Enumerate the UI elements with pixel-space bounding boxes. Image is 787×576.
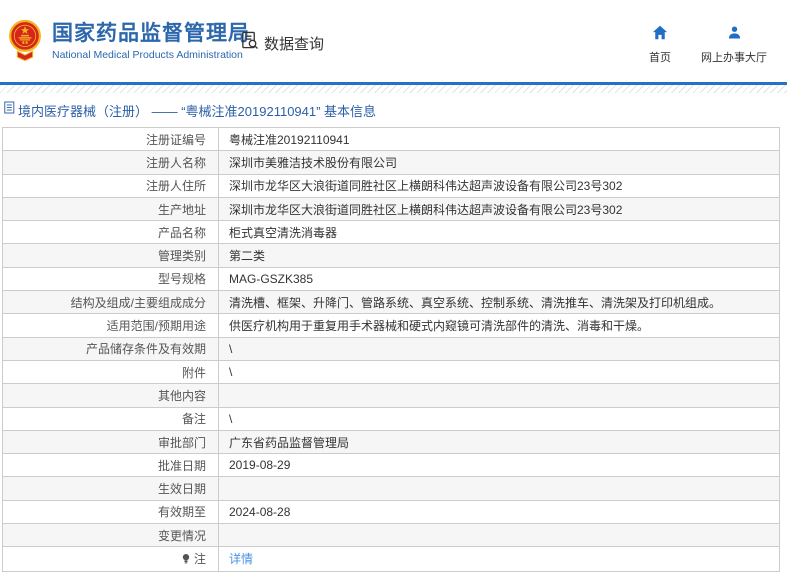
agency-brand: 国家药品监督管理局 National Medical Products Admi… — [8, 18, 250, 64]
table-row: 其他内容 — [3, 384, 779, 407]
nav-home-label: 首页 — [649, 49, 671, 65]
row-value: 柜式真空清洗消毒器 — [219, 221, 779, 243]
table-row: 适用范围/预期用途供医疗机构用于重复用手术器械和硬式内窥镜可清洗部件的清洗、消毒… — [3, 314, 779, 337]
row-value: 第二类 — [219, 244, 779, 266]
row-value: 供医疗机构用于重复用手术器械和硬式内窥镜可清洗部件的清洗、消毒和干燥。 — [219, 314, 779, 336]
agency-name-cn: 国家药品监督管理局 — [52, 21, 250, 47]
row-label: 审批部门 — [3, 431, 219, 453]
row-value: 2024-08-28 — [219, 501, 779, 523]
row-value: 深圳市龙华区大浪街道同胜社区上横朗科伟达超声波设备有限公司23号302 — [219, 175, 779, 197]
data-query-tab[interactable]: 数据查询 — [240, 31, 324, 55]
row-label: 注册人名称 — [3, 151, 219, 173]
table-row: 生产地址深圳市龙华区大浪街道同胜社区上横朗科伟达超声波设备有限公司23号302 — [3, 198, 779, 221]
row-label-text: 生产地址 — [158, 201, 206, 218]
row-label: 结构及组成/主要组成成分 — [3, 291, 219, 313]
nav-online-hall-label: 网上办事大厅 — [701, 49, 767, 65]
row-value: 详情 — [219, 547, 779, 570]
row-label: 适用范围/预期用途 — [3, 314, 219, 336]
table-row: 管理类别第二类 — [3, 244, 779, 267]
agency-name-block: 国家药品监督管理局 National Medical Products Admi… — [52, 21, 250, 61]
row-label-text: 注册人名称 — [146, 154, 206, 171]
nav-online-hall[interactable]: 网上办事大厅 — [701, 25, 767, 65]
table-row: 有效期至 2024-08-28 — [3, 501, 779, 524]
table-row: 备注 \ — [3, 408, 779, 431]
table-row: 审批部门广东省药品监督管理局 — [3, 431, 779, 454]
note-icon — [181, 553, 191, 565]
table-row: 结构及组成/主要组成成分清洗槽、框架、升降门、管路系统、真空系统、控制系统、清洗… — [3, 291, 779, 314]
row-label-text: 变更情况 — [158, 527, 206, 544]
row-label: 产品储存条件及有效期 — [3, 338, 219, 360]
row-value: \ — [219, 361, 779, 383]
row-label-text: 附件 — [182, 364, 206, 381]
row-label: 生产地址 — [3, 198, 219, 220]
row-value: \ — [219, 338, 779, 360]
person-icon — [727, 25, 742, 45]
hatch-strip — [0, 85, 787, 93]
top-nav: 首页 网上办事大厅 — [649, 25, 767, 65]
row-label-text: 管理类别 — [158, 247, 206, 264]
data-query-label: 数据查询 — [264, 33, 324, 54]
row-label-text: 审批部门 — [158, 434, 206, 451]
row-label: 有效期至 — [3, 501, 219, 523]
nav-home[interactable]: 首页 — [649, 25, 671, 65]
table-row: 型号规格 MAG-GSZK385 — [3, 268, 779, 291]
row-label-text: 型号规格 — [158, 270, 206, 287]
row-label-text: 结构及组成/主要组成成分 — [71, 294, 206, 311]
row-value: 广东省药品监督管理局 — [219, 431, 779, 453]
home-icon — [652, 25, 668, 45]
row-label: 注册证编号 — [3, 128, 219, 150]
row-label: 附件 — [3, 361, 219, 383]
row-value: 粤械注准20192110941 — [219, 128, 779, 150]
document-search-icon — [240, 31, 259, 55]
row-label: 注册人住所 — [3, 175, 219, 197]
table-row: 产品储存条件及有效期 \ — [3, 338, 779, 361]
row-label-text: 注册证编号 — [146, 131, 206, 148]
registration-info-table: 注册证编号粤械注准20192110941注册人名称深圳市美雅洁技术股份有限公司注… — [2, 127, 780, 572]
row-value: 深圳市美雅洁技术股份有限公司 — [219, 151, 779, 173]
row-label-text: 生效日期 — [158, 480, 206, 497]
national-emblem-icon — [8, 18, 42, 64]
header: 国家药品监督管理局 National Medical Products Admi… — [0, 0, 787, 82]
table-row: 注 详情 — [3, 547, 779, 570]
table-row: 附件 \ — [3, 361, 779, 384]
row-label: 型号规格 — [3, 268, 219, 290]
row-label: 批准日期 — [3, 454, 219, 476]
row-label: 变更情况 — [3, 524, 219, 546]
row-label: 产品名称 — [3, 221, 219, 243]
agency-name-en: National Medical Products Administration — [52, 49, 250, 61]
row-value: 清洗槽、框架、升降门、管路系统、真空系统、控制系统、清洗推车、清洗架及打印机组成… — [219, 291, 779, 313]
table-row: 产品名称柜式真空清洗消毒器 — [3, 221, 779, 244]
detail-link[interactable]: 详情 — [229, 550, 253, 567]
row-label-text: 产品名称 — [158, 224, 206, 241]
row-label: 注 — [3, 547, 219, 570]
table-row: 注册证编号粤械注准20192110941 — [3, 128, 779, 151]
row-value: 深圳市龙华区大浪街道同胜社区上横朗科伟达超声波设备有限公司23号302 — [219, 198, 779, 220]
row-label: 生效日期 — [3, 477, 219, 499]
row-label: 备注 — [3, 408, 219, 430]
row-label-text: 备注 — [182, 410, 206, 427]
row-value — [219, 477, 779, 499]
row-value — [219, 384, 779, 406]
row-label-text: 适用范围/预期用途 — [107, 317, 206, 334]
title-bar: 境内医疗器械（注册） —— “粤械注准20192110941” 基本信息 — [0, 93, 787, 127]
table-row: 注册人名称深圳市美雅洁技术股份有限公司 — [3, 151, 779, 174]
row-label-text: 注册人住所 — [146, 177, 206, 194]
row-label: 其他内容 — [3, 384, 219, 406]
row-label-text: 有效期至 — [158, 503, 206, 520]
table-row: 批准日期 2019-08-29 — [3, 454, 779, 477]
table-row: 生效日期 — [3, 477, 779, 500]
row-label-text: 批准日期 — [158, 457, 206, 474]
row-label: 管理类别 — [3, 244, 219, 266]
row-value: \ — [219, 408, 779, 430]
row-label-text: 注 — [194, 550, 206, 567]
table-row: 变更情况 — [3, 524, 779, 547]
document-icon — [4, 101, 15, 119]
row-label-text: 产品储存条件及有效期 — [86, 340, 206, 357]
row-value: MAG-GSZK385 — [219, 268, 779, 290]
table-row: 注册人住所深圳市龙华区大浪街道同胜社区上横朗科伟达超声波设备有限公司23号302 — [3, 175, 779, 198]
row-value: 2019-08-29 — [219, 454, 779, 476]
page-title: 境内医疗器械（注册） —— “粤械注准20192110941” 基本信息 — [18, 101, 376, 120]
row-label-text: 其他内容 — [158, 387, 206, 404]
row-value — [219, 524, 779, 546]
